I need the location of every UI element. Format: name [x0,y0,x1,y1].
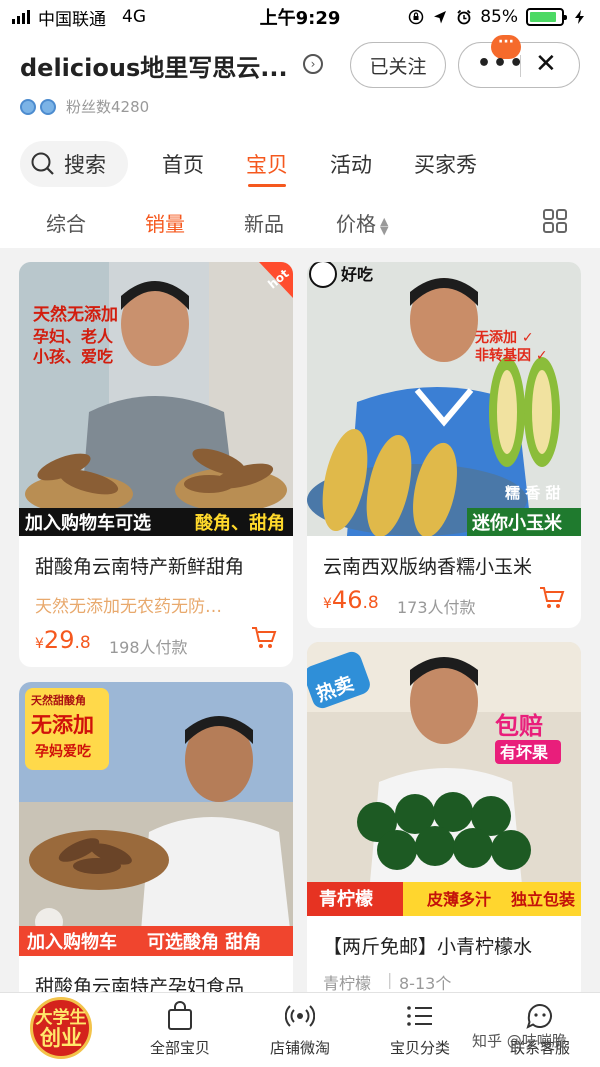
shopping-bag-icon [168,1001,192,1030]
sort-price-label: 价格 [336,212,376,236]
cart-icon[interactable] [251,626,277,650]
product-tag: 青柠檬 [323,974,372,993]
product-title[interactable]: 【两斤免邮】小青柠檬水 [323,932,532,959]
status-bar: 中国联通 4G 上午9:29 85% [0,0,600,34]
sort-bar: 综合 销量 新品 价格 ▲ ▼ [0,194,600,248]
sort-price[interactable]: 价格 ▲ ▼ [336,208,388,237]
image-caption: 好吃 [340,265,373,284]
location-icon [434,11,447,24]
fans-row: 粉丝数4280 [20,96,149,117]
carrier-name: 中国联通 [38,9,106,30]
image-caption: 迷你小玉米 [471,512,563,534]
sold-count: 173人付款 [397,598,476,617]
nav-label: 宝贝分类 [389,1039,450,1057]
crown-icon [20,98,36,115]
image-caption: 青柠檬 [319,888,373,910]
battery-fill [530,12,556,22]
sold-count: 198人付款 [109,638,188,657]
product-price: ¥29.8 [35,626,91,654]
shop-tabs: 搜索 首页 宝贝 活动 买家秀 [0,134,600,194]
sort-new[interactable]: 新品 [244,208,284,237]
nav-shop-feed[interactable]: 店铺微淘 [255,1001,345,1058]
nav-label: 全部宝贝 [149,1039,210,1057]
product-tag: 8-13个 [399,974,452,993]
image-caption: 糯 香 甜 [505,484,560,502]
image-caption: 有坏果 [500,743,548,762]
fans-count: 粉丝数4280 [66,98,150,116]
capsule-divider [520,55,521,77]
image-caption: 无添加 ✓ [474,329,534,346]
image-caption: 孕妇、老人 [33,327,114,346]
product-image[interactable]: hot 天然无添加 孕妇、老人 小孩、爱吃 加入购物车可选 酸角、甜角 [19,262,293,536]
image-caption: 天然甜酸角 [31,693,86,707]
rotation-lock-icon [408,9,424,25]
product-card[interactable]: hot 天然无添加 孕妇、老人 小孩、爱吃 加入购物车可选 酸角、甜角 甜酸角云… [19,262,293,667]
crown-icon [40,98,56,115]
product-card[interactable]: 热卖 包赔 有坏果 青柠檬 皮薄多汁 独立包装 【两斤免邮】小青柠檬水 青柠檬 … [307,642,581,1002]
shop-info-arrow-icon[interactable]: › [303,54,323,74]
customer-service-icon [526,1004,552,1029]
signal-icon [12,10,30,24]
product-image[interactable]: 热卖 包赔 有坏果 青柠檬 皮薄多汁 独立包装 [307,642,581,916]
image-caption: 无添加 [31,713,94,737]
product-image[interactable]: 好吃 无添加 ✓ 非转基因 ✓ 糯 香 甜 迷你小玉米 [307,262,581,536]
shop-name[interactable]: delicious地里写思云... [20,48,288,83]
nav-label: 店铺微淘 [269,1039,330,1057]
image-caption: 小孩、爱吃 [33,347,113,366]
list-icon [407,1006,432,1026]
price-dec: .8 [362,593,379,613]
image-caption: 包赔 [495,712,543,740]
alarm-icon [457,9,471,25]
battery-percent: 85% [480,7,518,27]
image-caption: 皮薄多汁 [426,890,491,909]
image-caption: 加入购物车 [26,931,117,953]
product-card[interactable]: 天然甜酸角 无添加 孕妈爱吃 加入购物车 可选酸角 甜角 甜酸角云南特产孕妇食品 [19,682,293,1002]
broadcast-icon [285,1005,315,1027]
tab-products[interactable]: 宝贝 [246,149,288,187]
tag-divider: | [387,970,393,989]
tab-activities[interactable]: 活动 [330,149,372,179]
shop-header: delicious地里写思云... › 已关注 ··· ••• ✕ 粉丝数428… [0,34,600,134]
image-caption: 独立包装 [511,890,575,909]
close-button[interactable]: ✕ [535,49,557,79]
image-caption: 天然无添加 [33,304,118,325]
nav-categories[interactable]: 宝贝分类 [375,1001,465,1058]
battery-icon [526,8,567,26]
follow-button[interactable]: 已关注 [350,42,446,88]
sort-caret-icon: ▲ ▼ [380,214,389,237]
charging-bolt-icon [575,10,584,24]
shop-logo[interactable]: 大学生 创业 [30,997,92,1059]
price-int: 46 [331,586,363,614]
image-caption: 非转基因 ✓ [475,347,548,364]
more-button[interactable]: ••• [477,53,525,75]
product-image[interactable]: 天然甜酸角 无添加 孕妈爱吃 加入购物车 可选酸角 甜角 [19,682,293,956]
image-caption: 加入购物车可选 [24,512,151,534]
image-caption: 孕妈爱吃 [35,743,91,760]
product-subtitle: 天然无添加无农药无防… [35,597,222,617]
network-type: 4G [122,7,146,27]
product-price: ¥46.8 [323,586,379,614]
watermark: 知乎 @吱嘣脆 [472,1032,567,1050]
search-button[interactable]: 搜索 [20,141,128,187]
image-caption: 可选酸角 甜角 [147,931,261,953]
search-icon [31,152,54,175]
image-caption: 酸角、甜角 [195,512,285,534]
shop-logo-line: 创业 [40,1026,82,1050]
capsule-menu: ··· ••• ✕ [458,35,580,88]
price-dec: .8 [74,633,91,653]
search-label: 搜索 [64,153,106,177]
sort-comprehensive[interactable]: 综合 [46,208,86,237]
grid-view-icon[interactable] [542,208,568,234]
tab-buyer-show[interactable]: 买家秀 [414,149,477,179]
price-int: 29 [43,626,75,654]
product-title[interactable]: 甜酸角云南特产新鲜甜角 [35,552,244,579]
tab-home[interactable]: 首页 [162,149,204,179]
nav-all-products[interactable]: 全部宝贝 [135,1001,225,1058]
sort-sales[interactable]: 销量 [145,208,185,237]
cart-icon[interactable] [539,586,565,610]
product-card[interactable]: 好吃 无添加 ✓ 非转基因 ✓ 糯 香 甜 迷你小玉米 云南西双版纳香糯小玉米 … [307,262,581,628]
shop-logo-line: 大学生 [35,1008,87,1028]
product-title[interactable]: 云南西双版纳香糯小玉米 [323,552,532,579]
